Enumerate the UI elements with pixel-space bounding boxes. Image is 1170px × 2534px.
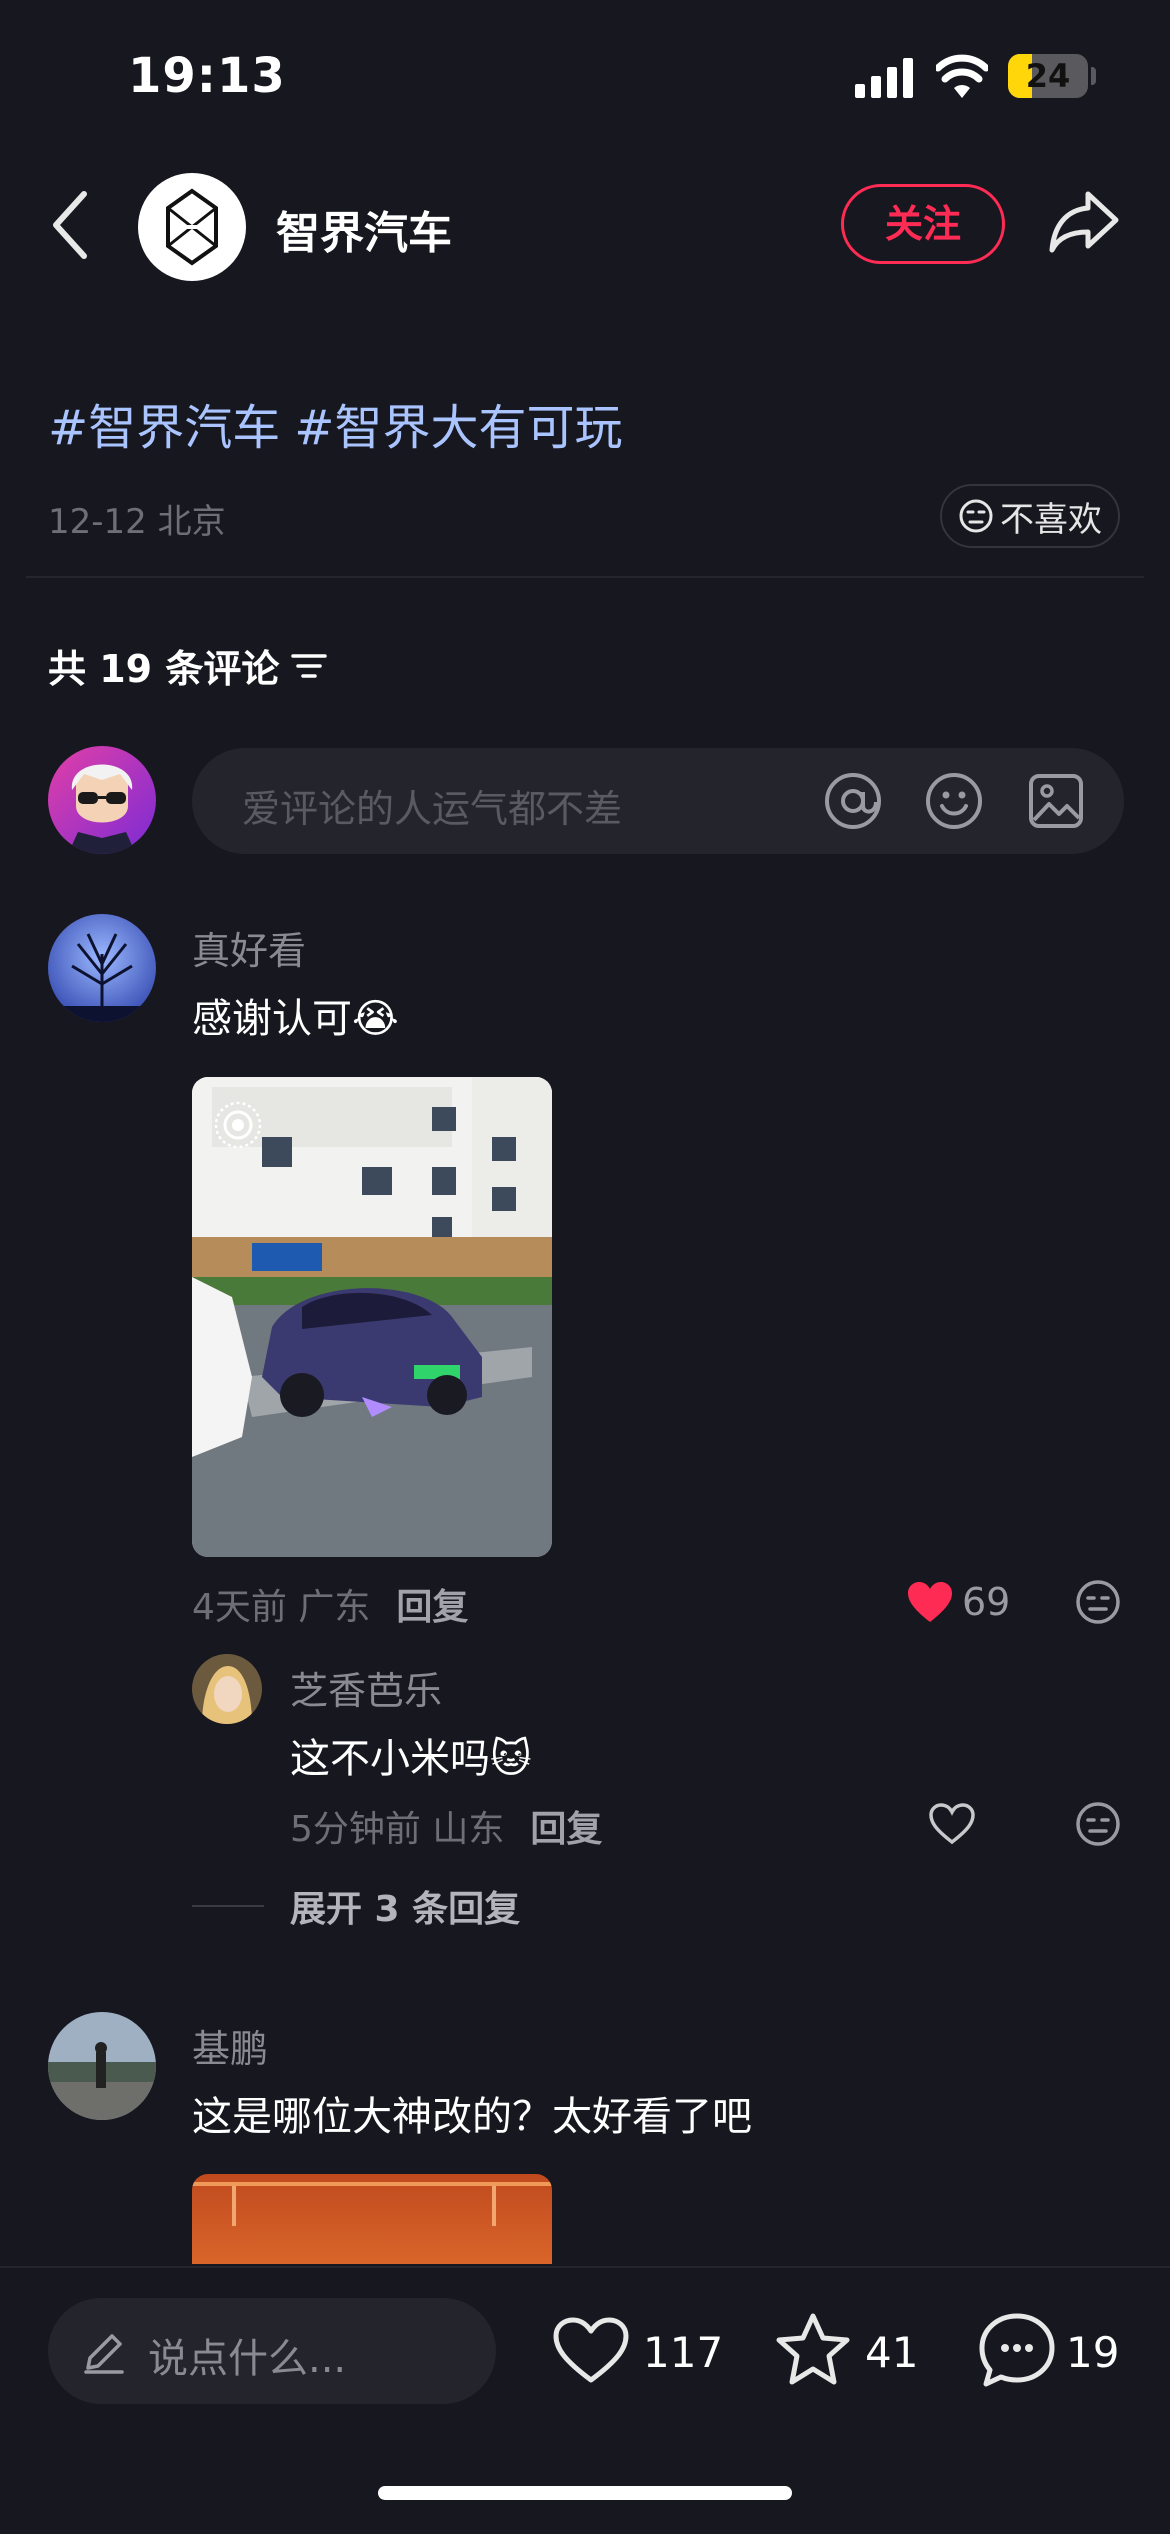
reply-time-location: 5分钟前 山东 [290, 1809, 505, 1850]
comment-meta: 4天前 广东 回复 [192, 1578, 468, 1630]
reply-button[interactable]: 回复 [396, 1587, 468, 1628]
reply-avatar[interactable] [192, 1654, 262, 1724]
comment-image[interactable] [192, 2174, 552, 2264]
live-photo-icon [214, 1101, 262, 1149]
status-time: 19:13 [128, 48, 286, 104]
comment-text-content: 感谢认可 [192, 996, 352, 1042]
pencil-icon [84, 2334, 124, 2374]
expand-replies-button[interactable]: 展开 3 条回复 [192, 1880, 520, 1932]
dislike-label: 不喜欢 [1000, 499, 1102, 540]
share-icon[interactable] [1048, 190, 1120, 254]
wifi-icon [936, 54, 988, 98]
hashtag[interactable]: #智界大有可玩 [294, 400, 622, 456]
reply-text: 这不小米吗🐱 [290, 1726, 532, 1784]
comment-text: 这是哪位大神改的？太好看了吧 [192, 2094, 752, 2140]
divider [26, 576, 1144, 578]
comment-input-placeholder: 爱评论的人运气都不差 [242, 787, 623, 831]
post-like-count: 117 [643, 2328, 724, 2377]
author-avatar[interactable] [138, 173, 246, 281]
luxeed-logo-icon [166, 188, 218, 266]
favorite-star-icon[interactable] [774, 2312, 852, 2388]
reply-text-content: 这不小米吗 [290, 1736, 490, 1782]
sort-icon[interactable] [289, 650, 329, 682]
comment-count-header[interactable]: 共 19 条评论 [48, 638, 329, 693]
emoji-icon[interactable] [925, 772, 983, 830]
crying-emoji: 😭 [352, 996, 399, 1042]
comment-time-location: 4天前 广东 [192, 1587, 371, 1628]
hashtag-list: #智界汽车 #智界大有可玩 [48, 388, 636, 458]
follow-button[interactable]: 关注 [841, 184, 1005, 264]
heart-filled-icon[interactable] [906, 1580, 954, 1624]
author-name[interactable]: 智界汽车 [276, 197, 452, 261]
dislike-face-icon[interactable] [1074, 1578, 1122, 1626]
dislike-button[interactable]: 不喜欢 [940, 484, 1120, 548]
say-something-placeholder: 说点什么... [148, 2336, 347, 2382]
cat-emoji: 🐱 [490, 1736, 532, 1782]
comment-count-label: 共 19 条评论 [48, 647, 280, 691]
commenter-name[interactable]: 基鹏 [192, 2018, 268, 2073]
post-date-location: 12-12 北京 [48, 502, 226, 542]
battery-level: 24 [1025, 57, 1071, 95]
like-count: 69 [962, 1580, 1011, 1624]
comment-input[interactable]: 爱评论的人运气都不差 [192, 748, 1124, 854]
expand-line [192, 1905, 264, 1907]
post-favorite-count: 41 [865, 2328, 919, 2377]
expand-replies-label: 展开 3 条回复 [290, 1889, 521, 1930]
battery-cap [1091, 67, 1096, 85]
comment-bubble-icon[interactable] [978, 2312, 1056, 2388]
heart-outline-icon[interactable] [928, 1802, 976, 1846]
hashtag[interactable]: #智界汽车 [48, 400, 280, 456]
reply-meta: 5分钟前 山东 回复 [290, 1800, 602, 1852]
reply-user-name[interactable]: 芝香芭乐 [290, 1660, 442, 1715]
meh-face-icon [959, 499, 993, 533]
reply-button[interactable]: 回复 [530, 1809, 602, 1850]
commenter-avatar[interactable] [48, 2012, 156, 2120]
mention-icon[interactable] [824, 772, 882, 830]
dislike-face-icon[interactable] [1074, 1800, 1122, 1848]
my-avatar [48, 746, 156, 854]
commenter-name[interactable]: 真好看 [192, 920, 306, 975]
commenter-avatar[interactable] [48, 914, 156, 1022]
cellular-signal-icon [855, 58, 913, 98]
home-indicator[interactable] [378, 2486, 792, 2500]
comment-text: 感谢认可😭 [192, 986, 399, 1044]
comment-image[interactable] [192, 1077, 552, 1557]
image-icon[interactable] [1027, 772, 1085, 830]
say-something-input[interactable]: 说点什么... [48, 2298, 496, 2404]
like-icon[interactable] [552, 2316, 630, 2386]
post-comment-count: 19 [1066, 2328, 1120, 2377]
battery-indicator: 24 [1008, 54, 1088, 98]
back-icon[interactable] [50, 190, 90, 260]
